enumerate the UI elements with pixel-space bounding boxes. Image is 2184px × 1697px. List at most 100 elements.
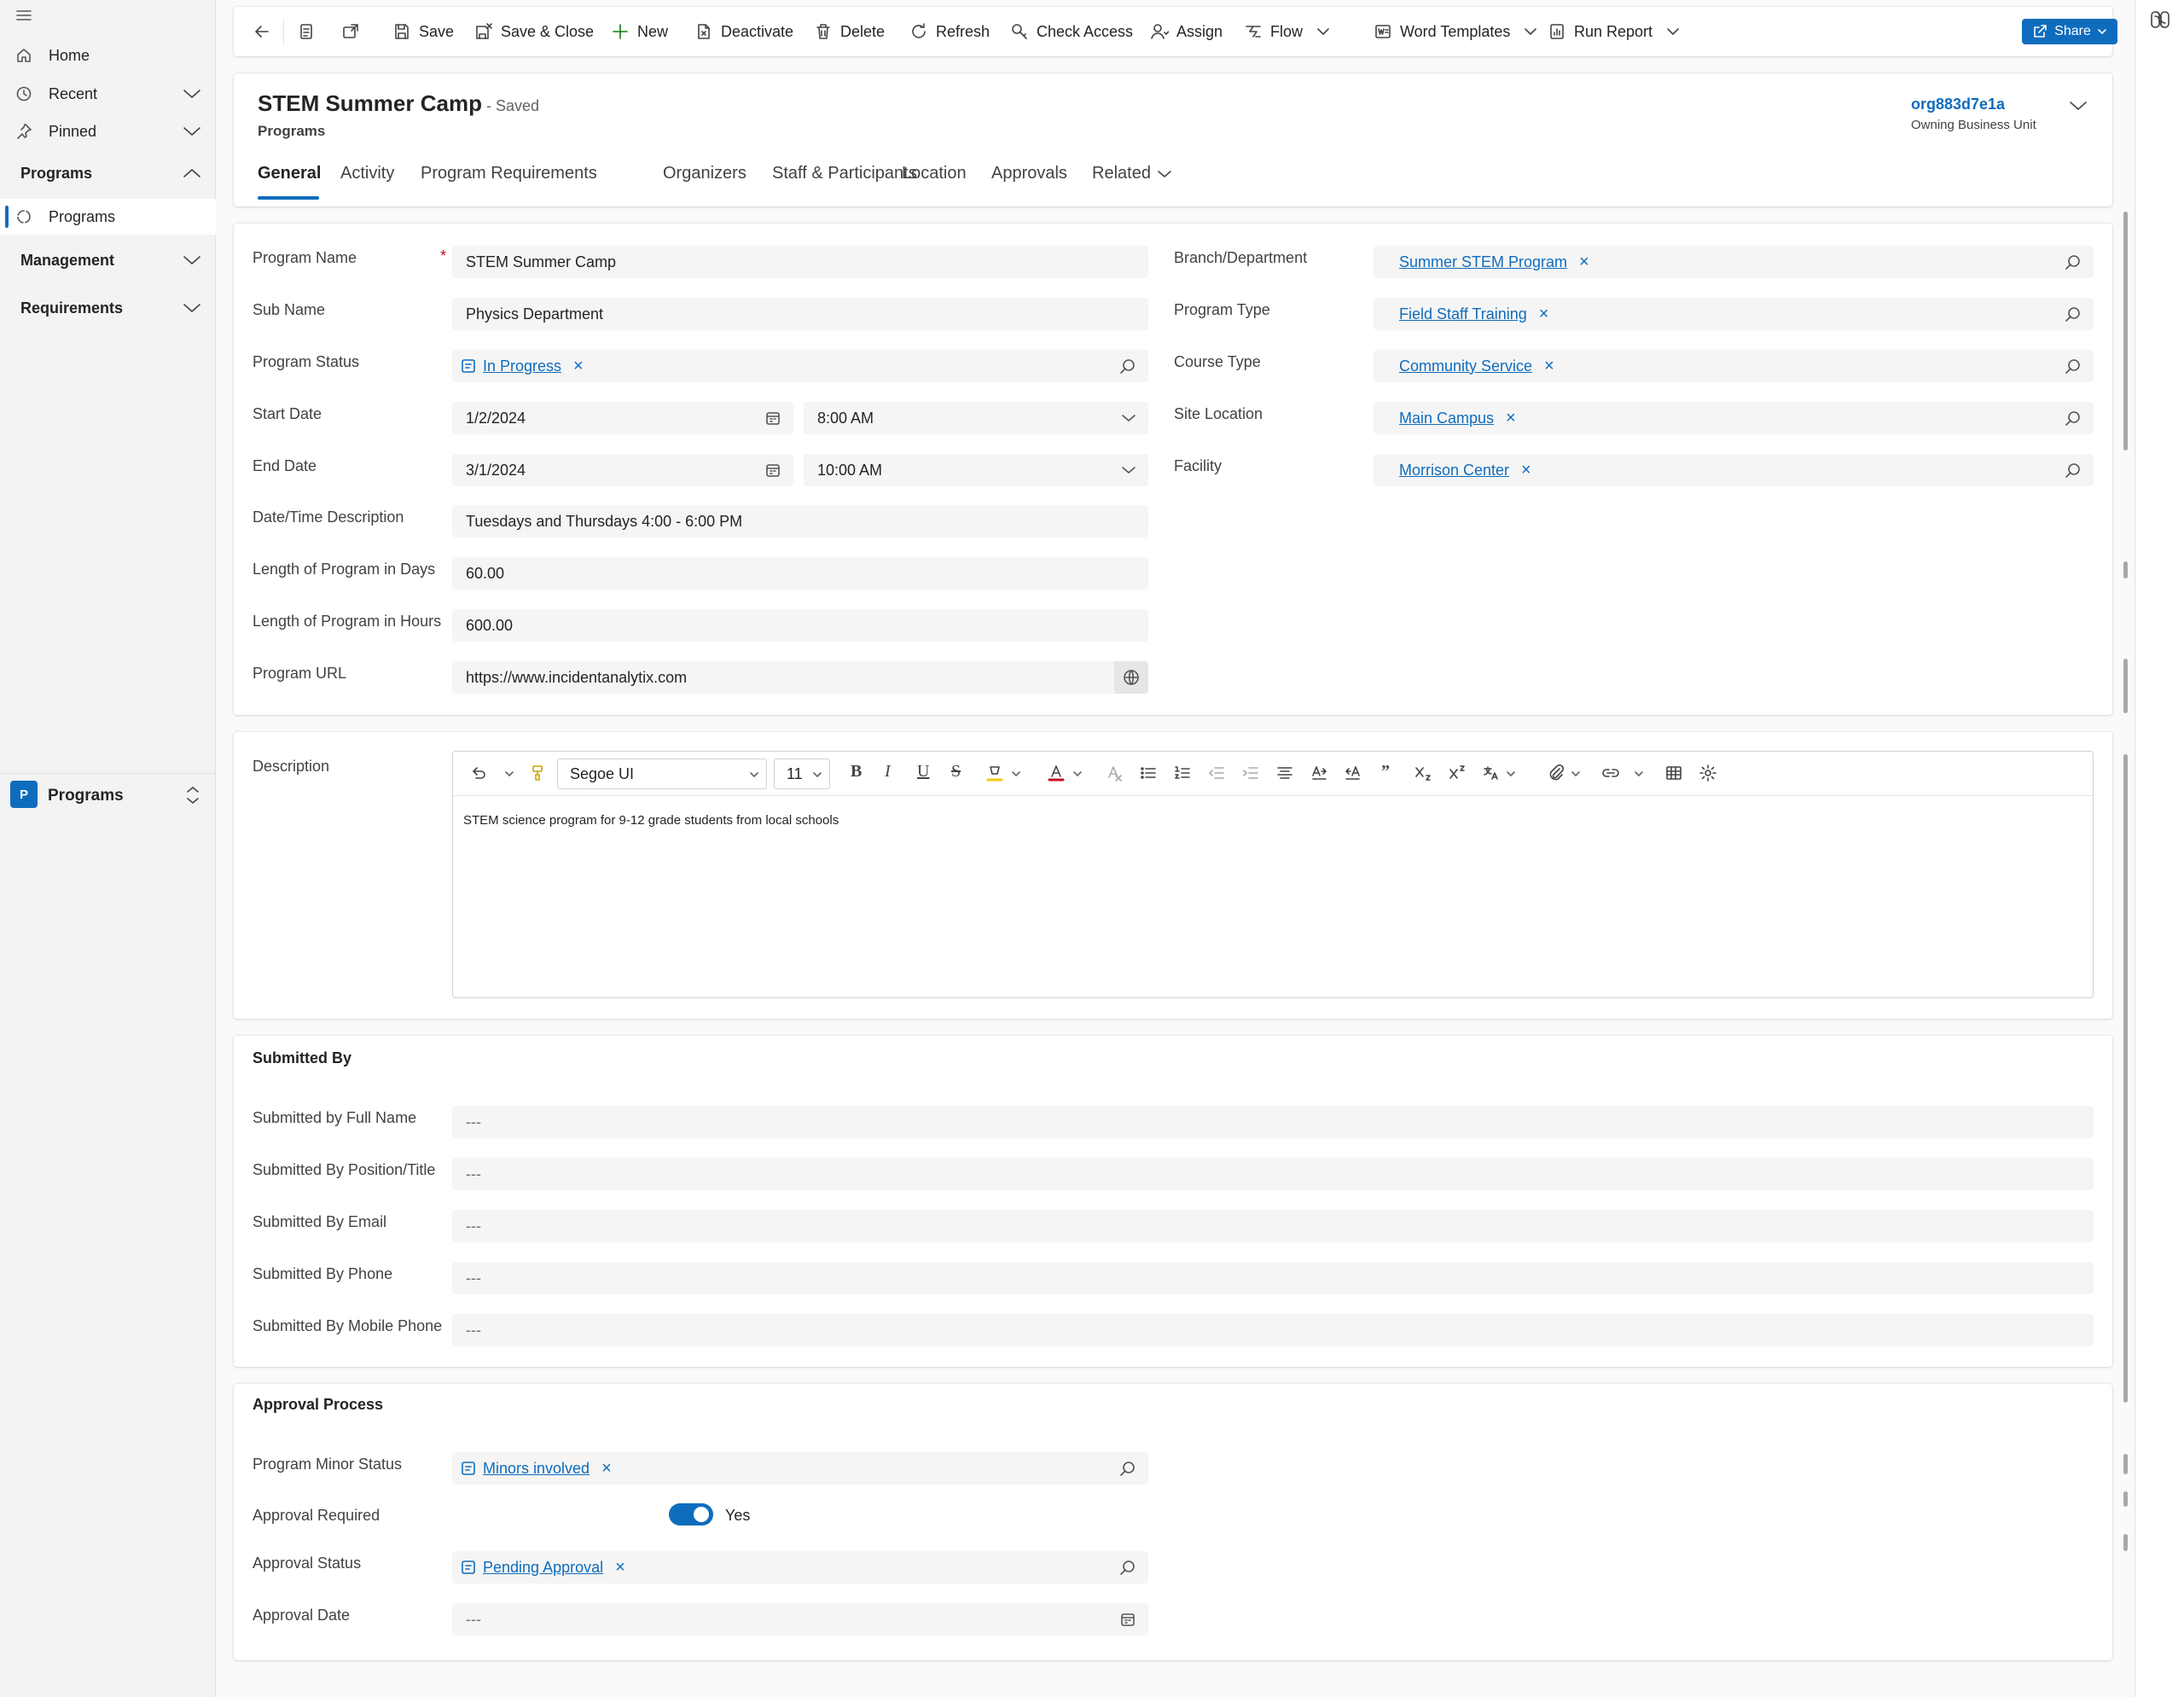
start-date-input[interactable]: 1/2/2024 xyxy=(452,402,793,434)
search-icon[interactable] xyxy=(2065,253,2082,270)
align-icon[interactable] xyxy=(1275,764,1294,782)
area-switcher[interactable]: P Programs xyxy=(0,773,216,817)
copilot-icon[interactable] xyxy=(2149,9,2171,31)
chevron-down-icon[interactable] xyxy=(183,86,201,102)
save-close-button[interactable]: Save & Close xyxy=(474,7,594,56)
open-new-window-button[interactable] xyxy=(341,7,368,56)
form-selector-button[interactable] xyxy=(297,7,323,56)
facility-lookup[interactable]: Morrison Center × xyxy=(1374,454,2094,486)
bullet-list-icon[interactable] xyxy=(1139,764,1158,782)
search-icon[interactable] xyxy=(1119,1559,1136,1576)
remove-icon[interactable]: × xyxy=(1539,305,1549,324)
format-painter-icon[interactable] xyxy=(528,764,547,782)
lookup-tag[interactable]: Main Campus × xyxy=(1399,402,1516,434)
expand-header-chevron-icon[interactable] xyxy=(2068,97,2088,114)
tab-organizers[interactable]: Organizers xyxy=(663,164,746,183)
tab-program-requirements[interactable]: Program Requirements xyxy=(421,164,597,183)
form-scrollbar[interactable] xyxy=(2121,212,2131,1697)
flow-button[interactable]: Flow xyxy=(1244,7,1330,56)
hamburger-menu-icon[interactable] xyxy=(14,5,34,26)
scrollbar-thumb[interactable] xyxy=(2123,212,2128,450)
lookup-tag[interactable]: Field Staff Training × xyxy=(1399,298,1548,330)
font-color-icon[interactable] xyxy=(1047,764,1066,782)
strikethrough-icon[interactable]: S xyxy=(951,762,961,782)
length-hours-input[interactable]: 600.00 xyxy=(452,609,1148,642)
calendar-icon[interactable] xyxy=(764,462,781,479)
program-status-lookup[interactable]: In Progress × xyxy=(452,350,1148,382)
share-button[interactable]: Share xyxy=(2022,19,2117,44)
calendar-icon[interactable] xyxy=(764,410,781,427)
program-url-input[interactable]: https://www.incidentanalytix.com xyxy=(452,661,1148,694)
remove-icon[interactable]: × xyxy=(601,1459,612,1479)
lookup-tag[interactable]: Morrison Center × xyxy=(1399,454,1531,486)
chevron-down-icon[interactable] xyxy=(1072,769,1083,779)
lookup-tag[interactable]: Pending Approval × xyxy=(461,1551,625,1584)
approval-status-value[interactable]: Pending Approval xyxy=(483,1559,603,1577)
calendar-icon[interactable] xyxy=(1119,1611,1136,1628)
quote-icon[interactable]: ” xyxy=(1381,762,1390,782)
minor-status-lookup[interactable]: Minors involved × xyxy=(452,1452,1148,1485)
tab-general[interactable]: General xyxy=(258,164,321,183)
approval-status-lookup[interactable]: Pending Approval × xyxy=(452,1551,1148,1584)
remove-icon[interactable]: × xyxy=(573,357,584,376)
word-templates-button[interactable]: Word Templates xyxy=(1374,7,1537,56)
remove-icon[interactable]: × xyxy=(615,1558,625,1578)
search-icon[interactable] xyxy=(1119,1460,1136,1477)
remove-icon[interactable]: × xyxy=(1521,461,1531,480)
tab-location[interactable]: Location xyxy=(902,164,967,183)
run-report-button[interactable]: Run Report xyxy=(1548,7,1680,56)
check-access-button[interactable]: Check Access xyxy=(1010,7,1133,56)
tab-related[interactable]: Related xyxy=(1092,164,1151,183)
datetime-description-input[interactable]: Tuesdays and Thursdays 4:00 - 6:00 PM xyxy=(452,505,1148,538)
end-time-select[interactable]: 10:00 AM xyxy=(804,454,1148,486)
tab-activity[interactable]: Activity xyxy=(340,164,394,183)
branch-department-lookup[interactable]: Summer STEM Program × xyxy=(1374,246,2094,278)
chevron-down-icon[interactable] xyxy=(183,253,201,268)
sub-name-input[interactable]: Physics Department xyxy=(452,298,1148,330)
clear-format-icon[interactable] xyxy=(1105,764,1124,782)
lookup-tag[interactable]: Summer STEM Program × xyxy=(1399,246,1589,278)
save-button[interactable]: Save xyxy=(392,7,454,56)
subscript-icon[interactable] xyxy=(1414,764,1432,782)
chevron-down-icon[interactable] xyxy=(1634,769,1644,779)
tab-approvals[interactable]: Approvals xyxy=(991,164,1067,183)
program-type-value[interactable]: Field Staff Training xyxy=(1399,305,1527,323)
delete-button[interactable]: Delete xyxy=(814,7,885,56)
end-date-input[interactable]: 3/1/2024 xyxy=(452,454,793,486)
submitted-position-input[interactable]: --- xyxy=(452,1158,2094,1190)
lookup-tag[interactable]: Community Service × xyxy=(1399,350,1554,382)
submitted-email-input[interactable]: --- xyxy=(452,1210,2094,1242)
language-icon[interactable] xyxy=(1482,764,1501,782)
assign-button[interactable]: Assign xyxy=(1150,7,1223,56)
length-days-input[interactable]: 60.00 xyxy=(452,557,1148,590)
link-icon[interactable] xyxy=(1601,764,1620,782)
rich-text-editor[interactable]: Segoe UI 11 B I U S ” STEM science progr… xyxy=(452,751,2094,998)
nav-group-requirements[interactable]: Requirements xyxy=(20,299,123,317)
chevron-down-icon[interactable] xyxy=(183,124,201,139)
nav-item-pinned[interactable]: Pinned xyxy=(0,113,216,149)
new-button[interactable]: New xyxy=(611,7,668,56)
search-icon[interactable] xyxy=(1119,357,1136,375)
nav-group-programs[interactable]: Programs xyxy=(20,165,92,183)
facility-value[interactable]: Morrison Center xyxy=(1399,462,1509,479)
chevron-down-icon[interactable] xyxy=(183,300,201,316)
table-icon[interactable] xyxy=(1664,764,1683,782)
nav-group-management[interactable]: Management xyxy=(20,252,114,270)
course-type-value[interactable]: Community Service xyxy=(1399,357,1532,375)
undo-icon[interactable] xyxy=(468,764,487,782)
text-direction-ltr-icon[interactable] xyxy=(1310,764,1328,782)
underline-icon[interactable]: U xyxy=(917,762,929,782)
open-url-button[interactable] xyxy=(1114,661,1148,694)
search-icon[interactable] xyxy=(2065,462,2082,479)
bold-icon[interactable]: B xyxy=(851,762,862,782)
program-type-lookup[interactable]: Field Staff Training × xyxy=(1374,298,2094,330)
remove-icon[interactable]: × xyxy=(1579,253,1589,272)
search-icon[interactable] xyxy=(2065,410,2082,427)
submitted-phone-input[interactable]: --- xyxy=(452,1262,2094,1294)
highlight-icon[interactable] xyxy=(985,764,1004,782)
site-location-lookup[interactable]: Main Campus × xyxy=(1374,402,2094,434)
owner-link[interactable]: org883d7e1a xyxy=(1911,96,2005,113)
settings-gear-icon[interactable] xyxy=(1699,764,1717,782)
refresh-button[interactable]: Refresh xyxy=(909,7,990,56)
increase-indent-icon[interactable] xyxy=(1241,764,1260,782)
